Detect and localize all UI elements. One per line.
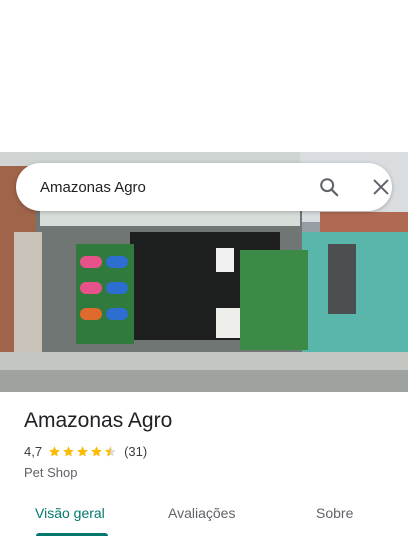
place-category[interactable]: Pet Shop (24, 465, 78, 480)
active-tab-indicator (36, 533, 108, 536)
star-rating (48, 445, 118, 458)
search-bar[interactable]: Amazonas Agro (16, 163, 392, 211)
place-tabs: Visão geral Avaliações Sobre (0, 496, 408, 544)
rating-row[interactable]: 4,7 (31) (24, 444, 147, 459)
tab-reviews[interactable]: Avaliações (168, 505, 235, 521)
tab-about[interactable]: Sobre (316, 505, 353, 521)
star-icon (63, 446, 74, 457)
star-icon (91, 446, 102, 457)
search-icon[interactable] (318, 176, 340, 198)
place-title: Amazonas Agro (24, 409, 173, 432)
rating-value: 4,7 (24, 444, 43, 459)
review-count[interactable]: (31) (124, 444, 147, 459)
star-half-icon (105, 446, 116, 457)
star-icon (77, 446, 88, 457)
close-icon[interactable] (370, 176, 392, 198)
tab-overview[interactable]: Visão geral (35, 505, 105, 521)
star-icon (49, 446, 60, 457)
